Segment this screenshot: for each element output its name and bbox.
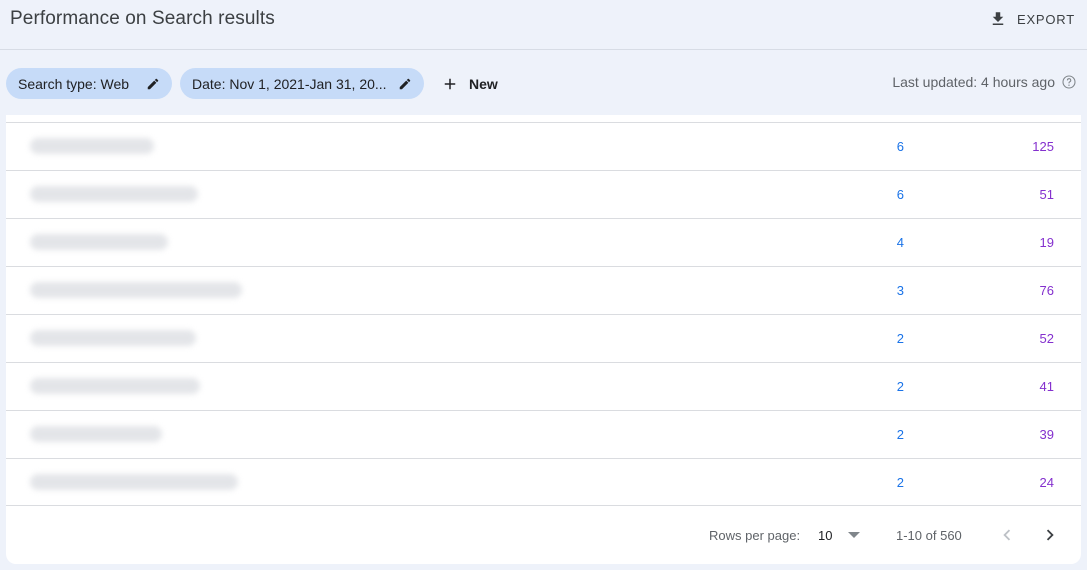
results-table: 6 125 6 51 4 19 3 76 2 52 2 41 2 39 2 24 [6, 122, 1081, 506]
impressions-cell: 51 [1039, 187, 1054, 202]
query-cell-redacted [30, 186, 198, 202]
query-cell-redacted [30, 474, 238, 490]
table-row[interactable]: 2 52 [6, 314, 1081, 362]
impressions-cell: 19 [1039, 235, 1054, 250]
table-row[interactable]: 4 19 [6, 218, 1081, 266]
impressions-cell: 52 [1039, 331, 1054, 346]
impressions-cell: 24 [1039, 475, 1054, 490]
rows-per-page-select[interactable]: 10 [818, 528, 832, 543]
last-updated-text: Last updated: 4 hours ago [892, 74, 1055, 90]
clicks-cell: 2 [896, 427, 904, 442]
table-row[interactable]: 3 76 [6, 266, 1081, 314]
pencil-icon[interactable] [398, 77, 412, 91]
clicks-cell: 6 [896, 139, 904, 154]
chevron-right-icon[interactable] [1039, 524, 1061, 546]
results-table-card: 6 125 6 51 4 19 3 76 2 52 2 41 2 39 2 24… [6, 115, 1081, 564]
page-range: 1-10 of 560 [896, 528, 962, 543]
impressions-cell: 76 [1039, 283, 1054, 298]
table-row[interactable]: 2 24 [6, 458, 1081, 506]
query-cell-redacted [30, 282, 242, 298]
pencil-icon[interactable] [146, 77, 160, 91]
query-cell-redacted [30, 330, 196, 346]
search-type-label: Search type: Web [18, 75, 130, 92]
query-cell-redacted [30, 138, 154, 154]
table-row[interactable]: 6 51 [6, 170, 1081, 218]
page-title: Performance on Search results [10, 8, 275, 29]
impressions-cell: 39 [1039, 427, 1054, 442]
new-filter-button[interactable]: New [441, 68, 498, 99]
clicks-cell: 4 [896, 235, 904, 250]
rows-per-page-label: Rows per page: [709, 528, 801, 543]
query-cell-redacted [30, 426, 162, 442]
help-circle-icon[interactable] [1061, 74, 1077, 90]
clicks-cell: 2 [896, 475, 904, 490]
download-icon [992, 12, 1004, 25]
export-button[interactable]: EXPORT [989, 6, 1075, 32]
impressions-cell: 41 [1039, 379, 1054, 394]
table-row[interactable]: 6 125 [6, 122, 1081, 170]
query-cell-redacted [30, 378, 200, 394]
date-chip[interactable]: Date: Nov 1, 2021-Jan 31, 20... [180, 68, 424, 99]
new-label: New [469, 75, 498, 92]
clicks-cell: 2 [896, 331, 904, 346]
date-label: Date: Nov 1, 2021-Jan 31, 20... [192, 75, 387, 92]
pagination: Rows per page: 10 1-10 of 560 [6, 515, 1081, 555]
clicks-cell: 6 [896, 187, 904, 202]
caret-down-icon[interactable] [848, 531, 860, 539]
filter-bar: Search type: Web Date: Nov 1, 2021-Jan 3… [0, 51, 1087, 115]
plus-icon [444, 78, 456, 89]
chevron-left-icon[interactable] [996, 524, 1018, 546]
query-cell-redacted [30, 234, 168, 250]
clicks-cell: 3 [896, 283, 904, 298]
search-type-chip[interactable]: Search type: Web [6, 68, 172, 99]
table-row[interactable]: 2 39 [6, 410, 1081, 458]
export-label: EXPORT [1016, 11, 1075, 27]
impressions-cell: 125 [1032, 139, 1054, 154]
clicks-cell: 2 [896, 379, 904, 394]
table-row[interactable]: 2 41 [6, 362, 1081, 410]
last-updated: Last updated: 4 hours ago [892, 74, 1077, 90]
page-header: Performance on Search results EXPORT [0, 0, 1087, 50]
